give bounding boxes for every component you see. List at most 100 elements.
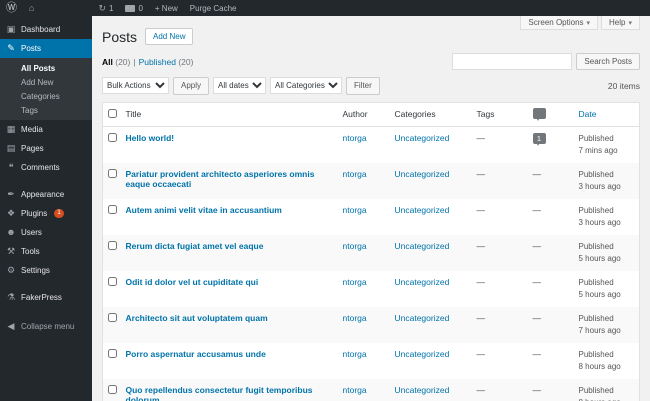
category-link[interactable]: Uncategorized (395, 313, 450, 323)
filter-all-link[interactable]: All (20) (102, 57, 130, 67)
row-checkbox[interactable] (108, 204, 117, 214)
column-date[interactable]: Date (573, 102, 640, 127)
chevron-down-icon: ▾ (586, 19, 591, 27)
author-link[interactable]: ntorga (343, 241, 367, 251)
comment-count-bubble[interactable]: 1 (532, 132, 546, 146)
search-input[interactable] (452, 53, 573, 71)
apply-button[interactable]: Apply (173, 77, 210, 95)
row-checkbox[interactable] (108, 240, 117, 250)
category-link[interactable]: Uncategorized (395, 349, 450, 359)
row-checkbox[interactable] (108, 168, 117, 178)
updates-button[interactable]: ↻ 1 (92, 0, 119, 16)
row-checkbox[interactable] (108, 348, 117, 358)
post-title-link[interactable]: Hello world! (126, 133, 175, 143)
help-label: Help (609, 18, 626, 27)
author-link[interactable]: ntorga (343, 385, 367, 395)
add-new-button[interactable]: Add New (145, 28, 194, 46)
post-title-link[interactable]: Porro aspernatur accusamus unde (126, 349, 266, 359)
row-checkbox[interactable] (108, 312, 117, 322)
submenu-item-all-posts[interactable]: All Posts (0, 61, 92, 75)
posts-table: Title Author Categories Tags Date Hello … (102, 101, 640, 401)
sidebar-item-plugins[interactable]: ❖ Plugins 1 (0, 204, 92, 223)
column-comments[interactable] (527, 102, 574, 127)
category-link[interactable]: Uncategorized (395, 385, 450, 395)
sidebar-item-posts[interactable]: ✎ Posts (0, 39, 92, 58)
post-status: Published (578, 277, 614, 287)
category-link[interactable]: Uncategorized (395, 241, 450, 251)
author-link[interactable]: ntorga (343, 205, 367, 215)
help-button[interactable]: Help ▾ (601, 16, 640, 30)
sidebar-item-comments[interactable]: ❝ Comments (0, 158, 92, 177)
admin-bar: Ⓦ ⌂ ↻ 1 0 + New Purge Cache (0, 0, 650, 16)
sidebar-item-users[interactable]: ☻ Users (0, 223, 92, 242)
row-checkbox[interactable] (108, 384, 117, 394)
comments-value: — (532, 168, 542, 179)
sidebar-item-appearance[interactable]: ✒ Appearance (0, 185, 92, 204)
filter-published-link[interactable]: Published (20) (139, 57, 194, 67)
author-link[interactable]: ntorga (343, 133, 367, 143)
sidebar-item-label: Posts (21, 44, 42, 53)
sidebar-item-tools[interactable]: ⚒ Tools (0, 242, 92, 261)
categories-filter-select[interactable]: All Categories (270, 77, 343, 95)
category-link[interactable]: Uncategorized (395, 205, 450, 215)
screen-options-button[interactable]: Screen Options ▾ (520, 16, 599, 30)
sidebar-item-label: Dashboard (21, 25, 61, 34)
post-title-link[interactable]: Quo repellendus consectetur fugit tempor… (126, 385, 313, 401)
sidebar-item-dashboard[interactable]: ▣ Dashboard (0, 20, 92, 39)
category-link[interactable]: Uncategorized (395, 133, 450, 143)
post-row: Autem animi velit vitae in accusantium nt… (103, 199, 640, 235)
submenu-item-categories[interactable]: Categories (0, 89, 92, 103)
fakerpress-icon: ⚗ (6, 292, 16, 302)
admin-sidebar: ▣ Dashboard ✎ Posts All Posts Add New Categori… (0, 16, 92, 401)
sidebar-item-label: Tools (21, 247, 40, 256)
search-posts-button[interactable]: Search Posts (576, 53, 640, 71)
author-link[interactable]: ntorga (343, 349, 367, 359)
purge-cache-button[interactable]: Purge Cache (184, 0, 243, 16)
sidebar-item-label: Collapse menu (21, 322, 75, 331)
sidebar-item-label: Media (21, 125, 43, 134)
author-link[interactable]: ntorga (343, 313, 367, 323)
pages-icon: ▤ (6, 143, 16, 153)
sidebar-item-fakerpress[interactable]: ⚗ FakerPress (0, 288, 92, 307)
plugins-update-badge: 1 (54, 209, 64, 218)
submenu-item-add-new[interactable]: Add New (0, 75, 92, 89)
author-link[interactable]: ntorga (343, 277, 367, 287)
post-title-link[interactable]: Rerum dicta fugiat amet vel eaque (126, 241, 264, 251)
bulk-actions-select[interactable]: Bulk Actions (102, 77, 169, 95)
plugins-icon: ❖ (6, 208, 16, 218)
submenu-item-tags[interactable]: Tags (0, 103, 92, 117)
row-checkbox[interactable] (108, 132, 117, 142)
home-icon: ⌂ (29, 2, 35, 13)
sidebar-item-label: Pages (21, 144, 44, 153)
new-content-button[interactable]: + New (149, 0, 184, 16)
table-header: Title Author Categories Tags Date (102, 102, 640, 127)
dates-filter-select[interactable]: All dates (213, 77, 267, 95)
filter-button[interactable]: Filter (346, 77, 380, 95)
screen-options-label: Screen Options (528, 18, 584, 27)
category-link[interactable]: Uncategorized (395, 169, 450, 179)
sidebar-item-media[interactable]: ▦ Media (0, 120, 92, 139)
date-cell: Published 8 hours ago (573, 378, 640, 401)
comment-bubble-icon (125, 4, 136, 12)
comments-button[interactable]: 0 (119, 0, 148, 16)
author-link[interactable]: ntorga (343, 169, 367, 179)
post-title-link[interactable]: Architecto sit aut voluptatem quam (126, 313, 268, 323)
post-title-link[interactable]: Autem animi velit vitae in accusantium (126, 205, 282, 215)
row-checkbox[interactable] (108, 276, 117, 286)
column-title[interactable]: Title (120, 102, 338, 127)
select-all-checkbox[interactable] (108, 108, 117, 118)
post-status: Published (578, 169, 614, 179)
post-row: Architecto sit aut voluptatem quam ntorga… (102, 306, 640, 343)
sidebar-item-collapse-menu[interactable]: ◀ Collapse menu (0, 317, 92, 336)
appearance-icon: ✒ (7, 189, 15, 199)
visit-site-button[interactable]: ⌂ (23, 0, 40, 16)
category-link[interactable]: Uncategorized (395, 277, 450, 287)
post-title-link[interactable]: Pariatur provident architecto asperiores… (126, 169, 315, 189)
sidebar-item-settings[interactable]: ⚙ Settings (0, 261, 92, 280)
post-date: 5 hours ago (578, 253, 621, 263)
wordpress-menu-button[interactable]: Ⓦ (0, 0, 23, 16)
list-controls: All (20) | Published (20) Search Posts (102, 53, 640, 71)
post-title-link[interactable]: Odit id dolor vel ut cupiditate qui (126, 277, 259, 287)
sidebar-item-pages[interactable]: ▤ Pages (0, 139, 92, 158)
update-count: 1 (108, 3, 114, 13)
